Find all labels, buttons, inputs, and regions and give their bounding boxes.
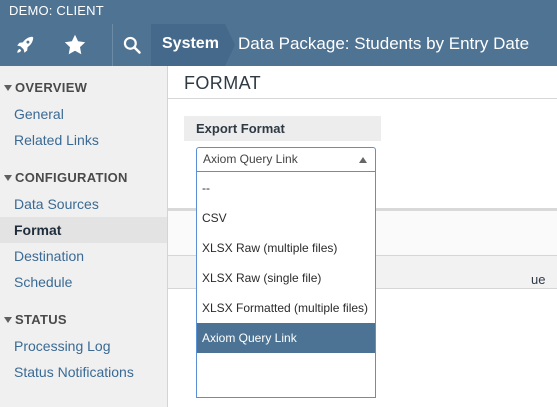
favorites-button[interactable]	[50, 24, 100, 66]
section-configuration[interactable]: CONFIGURATION	[4, 170, 128, 185]
search-icon	[122, 35, 142, 55]
column-header-value: ue	[531, 272, 546, 287]
sidebar-item-status-notifications[interactable]: Status Notifications	[0, 359, 167, 385]
title-divider	[168, 98, 557, 99]
caret-up-icon	[359, 157, 367, 163]
collapse-triangle-icon	[4, 84, 12, 91]
option-xlsx-raw-single[interactable]: XLSX Raw (single file)	[197, 263, 375, 293]
search-button[interactable]	[113, 24, 151, 66]
export-format-label: Export Format	[196, 121, 285, 136]
option-xlsx-raw-multiple[interactable]: XLSX Raw (multiple files)	[197, 233, 375, 263]
sidebar-item-related-links[interactable]: Related Links	[0, 127, 167, 153]
breadcrumb-arrow	[225, 24, 235, 66]
rocket-icon	[14, 34, 36, 56]
sidebar-item-format[interactable]: Format	[0, 217, 167, 243]
sidebar: OVERVIEW General Related Links CONFIGURA…	[0, 66, 168, 407]
star-icon	[63, 33, 87, 57]
section-title: STATUS	[15, 312, 67, 327]
top-header: DEMO: CLIENT System Data Package: Studen…	[0, 0, 557, 66]
sidebar-item-data-sources[interactable]: Data Sources	[0, 191, 167, 217]
section-overview[interactable]: OVERVIEW	[4, 80, 87, 95]
client-label: DEMO: CLIENT	[9, 3, 104, 18]
sidebar-item-general[interactable]: General	[0, 101, 167, 127]
selected-value: Axiom Query Link	[203, 152, 298, 166]
collapse-triangle-icon	[4, 174, 12, 181]
export-format-header: Export Format	[184, 116, 381, 141]
section-title: OVERVIEW	[15, 80, 88, 95]
sidebar-item-destination[interactable]: Destination	[0, 243, 167, 269]
main-title: FORMAT	[184, 73, 262, 93]
nav-bar: System Data Package: Students by Entry D…	[0, 24, 557, 66]
sidebar-item-processing-log[interactable]: Processing Log	[0, 333, 167, 359]
breadcrumb-system[interactable]: System	[151, 24, 225, 66]
export-format-options: -- CSV XLSX Raw (multiple files) XLSX Ra…	[196, 172, 376, 398]
option-none[interactable]: --	[197, 173, 375, 203]
section-title: CONFIGURATION	[15, 170, 128, 185]
option-xlsx-formatted-multiple[interactable]: XLSX Formatted (multiple files)	[197, 293, 375, 323]
option-axiom-query-link[interactable]: Axiom Query Link	[197, 323, 375, 353]
section-status[interactable]: STATUS	[4, 312, 67, 327]
export-format-select[interactable]: Axiom Query Link	[196, 147, 376, 172]
option-csv[interactable]: CSV	[197, 203, 375, 233]
rocket-button[interactable]	[0, 24, 50, 66]
sidebar-item-schedule[interactable]: Schedule	[0, 269, 167, 295]
page-title: Data Package: Students by Entry Date	[238, 34, 530, 53]
collapse-triangle-icon	[4, 316, 12, 323]
